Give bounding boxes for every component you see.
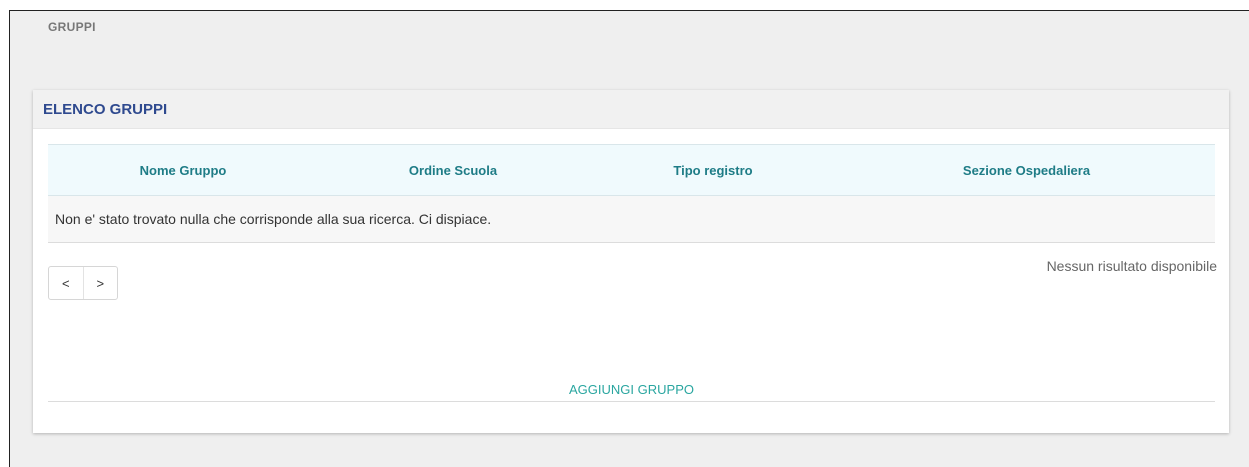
column-header-ordine-scuola[interactable]: Ordine Scuola (318, 144, 588, 196)
divider (48, 401, 1215, 402)
card-title: ELENCO GRUPPI (43, 101, 168, 118)
next-page-button[interactable]: > (82, 267, 118, 299)
groups-card: ELENCO GRUPPI Nome Gruppo Ordine Scuola … (33, 90, 1229, 433)
pagination: < > (48, 266, 118, 300)
column-header-sezione-ospedaliera[interactable]: Sezione Ospedaliera (838, 144, 1215, 196)
column-header-nome-gruppo[interactable]: Nome Gruppo (48, 144, 318, 196)
add-group-button[interactable]: AGGIUNGI GRUPPO (48, 382, 1215, 397)
prev-page-button[interactable]: < (49, 267, 83, 299)
column-header-tipo-registro[interactable]: Tipo registro (588, 144, 838, 196)
empty-message: Non e' stato trovato nulla che corrispon… (48, 195, 1215, 243)
table-header-row: Nome Gruppo Ordine Scuola Tipo registro … (48, 144, 1215, 196)
results-status: Nessun risultato disponibile (1046, 258, 1217, 274)
table-row: Non e' stato trovato nulla che corrispon… (48, 195, 1215, 243)
card-header: ELENCO GRUPPI (33, 90, 1229, 129)
page-frame: GRUPPI ELENCO GRUPPI Nome Gruppo Ordine … (9, 10, 1249, 467)
breadcrumb: GRUPPI (48, 20, 96, 34)
groups-table: Nome Gruppo Ordine Scuola Tipo registro … (48, 144, 1215, 243)
